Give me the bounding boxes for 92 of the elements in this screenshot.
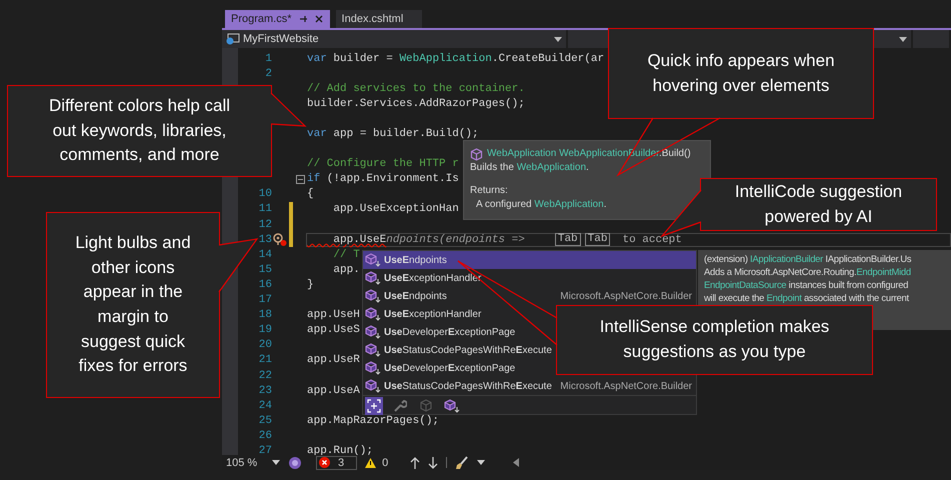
code-line: // Configure the HTTP r xyxy=(307,158,459,170)
line-number: 2 xyxy=(264,68,272,80)
line-number: 25 xyxy=(258,414,272,427)
line-number: 22 xyxy=(258,370,272,382)
line-number: 23 xyxy=(258,384,272,397)
line-number: 15 xyxy=(258,264,272,276)
line-number: 10 xyxy=(258,188,272,200)
code-line: if (!app.Environment.Is xyxy=(307,173,459,186)
line-number: 24 xyxy=(258,400,272,412)
line-number: 19 xyxy=(258,324,272,336)
line-number: 12 xyxy=(258,218,272,231)
snippet-icon xyxy=(367,399,381,413)
down-arrow-icon[interactable] xyxy=(428,456,438,468)
wrench-icon xyxy=(393,399,407,413)
line-number: 17 xyxy=(258,294,272,306)
cube-icon xyxy=(470,148,483,160)
cube-icon xyxy=(419,399,433,413)
line-number: 11 xyxy=(258,203,272,216)
code-line: { xyxy=(307,188,314,200)
completion-item[interactable]: UseEndpoints Microsoft.AspNetCore.Builder xyxy=(363,287,696,305)
line-number: 27 xyxy=(258,444,272,455)
zoom-dropdown[interactable]: 105 % xyxy=(226,456,264,468)
code-line: // T xyxy=(332,248,360,261)
code-line: app.Run(); xyxy=(307,444,374,455)
caret-icon[interactable] xyxy=(477,460,486,465)
callout-text: IntelliCode suggestion powered by AI xyxy=(734,180,902,228)
error-icon xyxy=(319,457,330,468)
line-number: 21 xyxy=(258,354,272,366)
method-icon xyxy=(365,343,381,357)
callout-text: Light bulbs and other icons appear in the margin to suggest quick fixes for errors xyxy=(75,232,191,378)
code-line: app.MapRazorPages(); xyxy=(307,414,440,427)
code-line: var app = builder.Build(); xyxy=(307,128,479,140)
file-tab[interactable]: Index.cshtml xyxy=(336,10,422,28)
code-line: // Add services to the container. xyxy=(307,82,525,95)
brush-icon[interactable] xyxy=(455,456,470,470)
returns-label: Returns: xyxy=(470,184,509,198)
assistant-icon[interactable] xyxy=(288,456,302,470)
method-icon xyxy=(444,399,460,413)
lightbulb-icon[interactable] xyxy=(272,232,288,247)
returns-text: A configured WebApplication. xyxy=(475,198,608,212)
file-tab[interactable]: Program.cs* xyxy=(225,10,330,28)
completion-item[interactable]: UseEndpoints xyxy=(363,251,696,269)
code-line: app.UseH xyxy=(307,309,360,322)
scroll-left-icon[interactable] xyxy=(513,458,520,467)
callout-text: Quick info appears when hovering over elements xyxy=(647,50,835,96)
warning-icon xyxy=(365,458,376,468)
method-icon xyxy=(365,361,381,375)
method-icon xyxy=(365,271,381,285)
code-line: app.UseR xyxy=(307,354,360,366)
project-icon xyxy=(226,33,240,45)
code-line: app.UseEndpoints(endpoints => xyxy=(332,234,525,246)
code-line: app.UseExceptionHan xyxy=(332,203,459,216)
method-icon xyxy=(365,289,381,303)
line-number: 1 xyxy=(264,52,272,65)
filter-button[interactable] xyxy=(365,397,383,415)
completion-item[interactable]: UseStatusCodePagesWithReExecute Microsoft.AspNetCore.Builder xyxy=(363,377,696,395)
close-icon[interactable] xyxy=(314,14,324,24)
code-line: app. xyxy=(332,264,360,276)
filter-button[interactable] xyxy=(443,397,461,415)
line-number: 14 xyxy=(258,248,272,261)
error-count[interactable]: 3 xyxy=(316,456,358,470)
accept-hint: to accept xyxy=(622,234,682,246)
pin-icon[interactable] xyxy=(298,14,308,24)
keycap: Tab xyxy=(584,233,610,246)
description-text: Adds a Microsoft.AspNetCore.Routing.EndpointMidd xyxy=(704,266,911,279)
callout-text: IntelliSense completion makes suggestions as you type xyxy=(600,316,830,363)
method-icon xyxy=(365,379,381,393)
description-text: will execute the Endpoint associated with the current xyxy=(704,292,909,305)
keycap: Tab xyxy=(554,233,581,246)
line-number: 26 xyxy=(258,430,272,442)
caret-icon xyxy=(554,36,562,42)
callout-text: Different colors help call out keywords, libraries, comments, and more xyxy=(48,95,230,166)
method-icon xyxy=(365,253,381,267)
description-text: (extension) IApplicationBuilder IApplicationBuilder.Us xyxy=(704,253,912,266)
collapse-icon[interactable] xyxy=(296,174,304,184)
line-number: 18 xyxy=(258,309,272,322)
code-line: } xyxy=(307,278,314,291)
caret-icon xyxy=(899,36,907,42)
code-line: app.UseS xyxy=(307,324,360,336)
method-icon xyxy=(365,307,381,321)
code-line: builder.Services.AddRazorPages(); xyxy=(307,98,525,110)
up-arrow-icon[interactable] xyxy=(410,456,420,468)
caret-icon[interactable] xyxy=(272,460,280,465)
warning-count[interactable]: 0 xyxy=(365,456,388,468)
line-number: 20 xyxy=(258,339,272,352)
method-icon xyxy=(365,325,381,339)
summary-text: Builds the WebApplication. xyxy=(470,161,590,175)
code-line: app.UseA xyxy=(307,384,360,397)
description-text: EndpointDataSource instances built from configured xyxy=(704,279,908,292)
line-number: 16 xyxy=(258,278,272,291)
code-line: var builder = WebApplication.CreateBuilder(ar xyxy=(307,52,604,65)
line-number: 13 xyxy=(258,234,272,246)
